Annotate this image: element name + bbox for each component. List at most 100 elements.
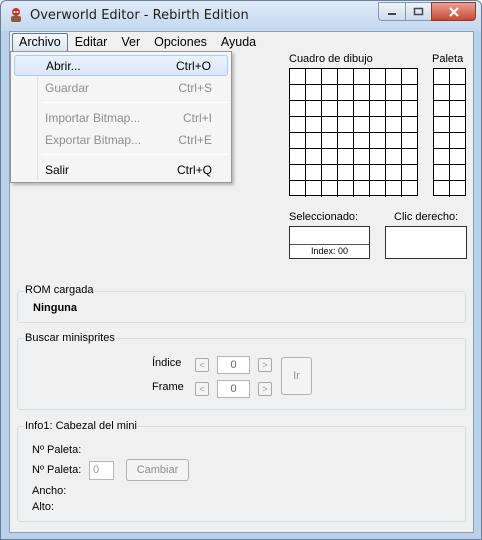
grid-cell[interactable] (434, 165, 450, 181)
grid-cell[interactable] (450, 165, 466, 181)
minimize-button[interactable] (378, 2, 405, 21)
grid-cell[interactable] (322, 117, 338, 133)
grid-cell[interactable] (402, 133, 418, 149)
grid-cell[interactable] (290, 165, 306, 181)
grid-cell[interactable] (322, 149, 338, 165)
grid-cell[interactable] (386, 133, 402, 149)
frame-prev-button[interactable]: < (195, 382, 209, 396)
drawing-grid[interactable] (289, 68, 418, 197)
grid-cell[interactable] (370, 133, 386, 149)
grid-cell[interactable] (386, 69, 402, 85)
menu-item-abrir[interactable]: Abrir... Ctrl+O (14, 55, 228, 76)
menu-opciones[interactable]: Opciones (147, 33, 214, 52)
grid-cell[interactable] (306, 85, 322, 101)
grid-cell[interactable] (322, 101, 338, 117)
grid-cell[interactable] (338, 149, 354, 165)
grid-cell[interactable] (354, 117, 370, 133)
menu-archivo[interactable]: Archivo (12, 33, 68, 52)
grid-cell[interactable] (402, 149, 418, 165)
grid-cell[interactable] (354, 149, 370, 165)
grid-cell[interactable] (386, 85, 402, 101)
maximize-button[interactable] (405, 2, 431, 21)
grid-cell[interactable] (306, 165, 322, 181)
grid-cell[interactable] (386, 101, 402, 117)
grid-cell[interactable] (306, 69, 322, 85)
title-bar[interactable]: Overworld Editor - Rebirth Edition (1, 1, 481, 31)
grid-cell[interactable] (402, 117, 418, 133)
grid-cell[interactable] (306, 117, 322, 133)
grid-cell[interactable] (290, 117, 306, 133)
grid-cell[interactable] (434, 133, 450, 149)
grid-cell[interactable] (370, 117, 386, 133)
grid-cell[interactable] (338, 133, 354, 149)
grid-cell[interactable] (402, 165, 418, 181)
grid-cell[interactable] (402, 69, 418, 85)
grid-cell[interactable] (370, 165, 386, 181)
grid-cell[interactable] (322, 181, 338, 197)
grid-cell[interactable] (370, 69, 386, 85)
grid-cell[interactable] (338, 181, 354, 197)
grid-cell[interactable] (290, 181, 306, 197)
grid-cell[interactable] (402, 85, 418, 101)
index-prev-button[interactable]: < (195, 358, 209, 372)
grid-cell[interactable] (450, 117, 466, 133)
grid-cell[interactable] (338, 165, 354, 181)
grid-cell[interactable] (450, 69, 466, 85)
grid-cell[interactable] (322, 165, 338, 181)
menu-ayuda[interactable]: Ayuda (214, 33, 263, 52)
grid-cell[interactable] (338, 101, 354, 117)
grid-cell[interactable] (354, 133, 370, 149)
grid-cell[interactable] (386, 165, 402, 181)
grid-cell[interactable] (338, 69, 354, 85)
grid-cell[interactable] (386, 181, 402, 197)
grid-cell[interactable] (370, 101, 386, 117)
grid-cell[interactable] (370, 149, 386, 165)
grid-cell[interactable] (434, 85, 450, 101)
grid-cell[interactable] (290, 69, 306, 85)
menu-item-salir[interactable]: Salir Ctrl+Q (14, 159, 228, 180)
change-button[interactable]: Cambiar (126, 459, 189, 481)
grid-cell[interactable] (354, 181, 370, 197)
frame-next-button[interactable]: > (258, 382, 272, 396)
grid-cell[interactable] (450, 133, 466, 149)
menu-ver[interactable]: Ver (114, 33, 147, 52)
frame-input[interactable]: 0 (217, 380, 250, 398)
grid-cell[interactable] (290, 85, 306, 101)
grid-cell[interactable] (450, 85, 466, 101)
grid-cell[interactable] (306, 149, 322, 165)
grid-cell[interactable] (306, 101, 322, 117)
grid-cell[interactable] (450, 149, 466, 165)
grid-cell[interactable] (290, 133, 306, 149)
close-button[interactable] (431, 2, 476, 21)
grid-cell[interactable] (322, 69, 338, 85)
palette-number-input[interactable]: 0 (89, 461, 114, 480)
grid-cell[interactable] (354, 165, 370, 181)
grid-cell[interactable] (322, 133, 338, 149)
grid-cell[interactable] (322, 85, 338, 101)
grid-cell[interactable] (354, 85, 370, 101)
go-button[interactable]: Ir (281, 357, 312, 395)
grid-cell[interactable] (354, 69, 370, 85)
grid-cell[interactable] (434, 149, 450, 165)
grid-cell[interactable] (338, 85, 354, 101)
grid-cell[interactable] (434, 117, 450, 133)
grid-cell[interactable] (434, 101, 450, 117)
grid-cell[interactable] (354, 101, 370, 117)
grid-cell[interactable] (386, 149, 402, 165)
menu-editar[interactable]: Editar (68, 33, 115, 52)
grid-cell[interactable] (370, 181, 386, 197)
grid-cell[interactable] (386, 117, 402, 133)
grid-cell[interactable] (290, 101, 306, 117)
grid-cell[interactable] (306, 133, 322, 149)
index-input[interactable]: 0 (217, 356, 250, 374)
grid-cell[interactable] (434, 69, 450, 85)
grid-cell[interactable] (370, 85, 386, 101)
grid-cell[interactable] (434, 181, 450, 197)
palette-grid[interactable] (433, 68, 466, 197)
grid-cell[interactable] (450, 181, 466, 197)
grid-cell[interactable] (402, 101, 418, 117)
grid-cell[interactable] (402, 181, 418, 197)
grid-cell[interactable] (338, 117, 354, 133)
grid-cell[interactable] (450, 101, 466, 117)
index-next-button[interactable]: > (258, 358, 272, 372)
